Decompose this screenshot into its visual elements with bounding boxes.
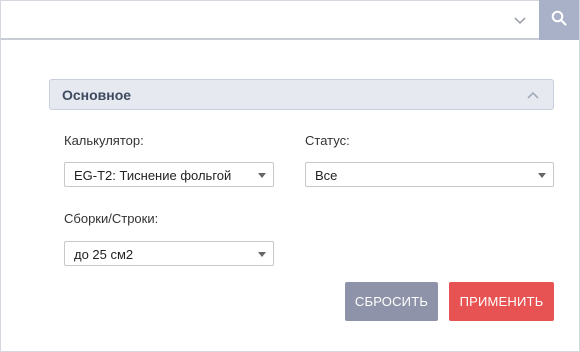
section-header[interactable]: Основное [49,79,554,110]
search-bar[interactable] [0,0,580,40]
assemblies-select[interactable]: до 25 см2 [64,241,274,266]
status-value: Все [315,168,338,183]
chevron-up-icon[interactable] [526,89,540,101]
calculator-select[interactable]: EG-T2: Тиснение фольгой [64,162,274,187]
status-select[interactable]: Все [305,162,554,187]
search-button[interactable] [539,0,579,40]
section-title: Основное [62,87,132,103]
chevron-down-icon[interactable] [513,14,527,28]
dropdown-arrow-icon [258,173,266,178]
status-label: Статус: [305,133,350,148]
apply-button[interactable]: ПРИМЕНИТЬ [449,282,554,321]
search-icon [551,10,567,31]
calculator-label: Калькулятор: [64,133,144,148]
calculator-value: EG-T2: Тиснение фольгой [74,168,232,183]
dropdown-arrow-icon [538,173,546,178]
assemblies-label: Сборки/Строки: [64,211,159,226]
reset-button[interactable]: СБРОСИТЬ [345,282,438,321]
filter-panel: Основное Калькулятор: EG-T2: Тиснение фо… [0,40,580,352]
dropdown-arrow-icon [258,252,266,257]
assemblies-value: до 25 см2 [74,247,134,262]
